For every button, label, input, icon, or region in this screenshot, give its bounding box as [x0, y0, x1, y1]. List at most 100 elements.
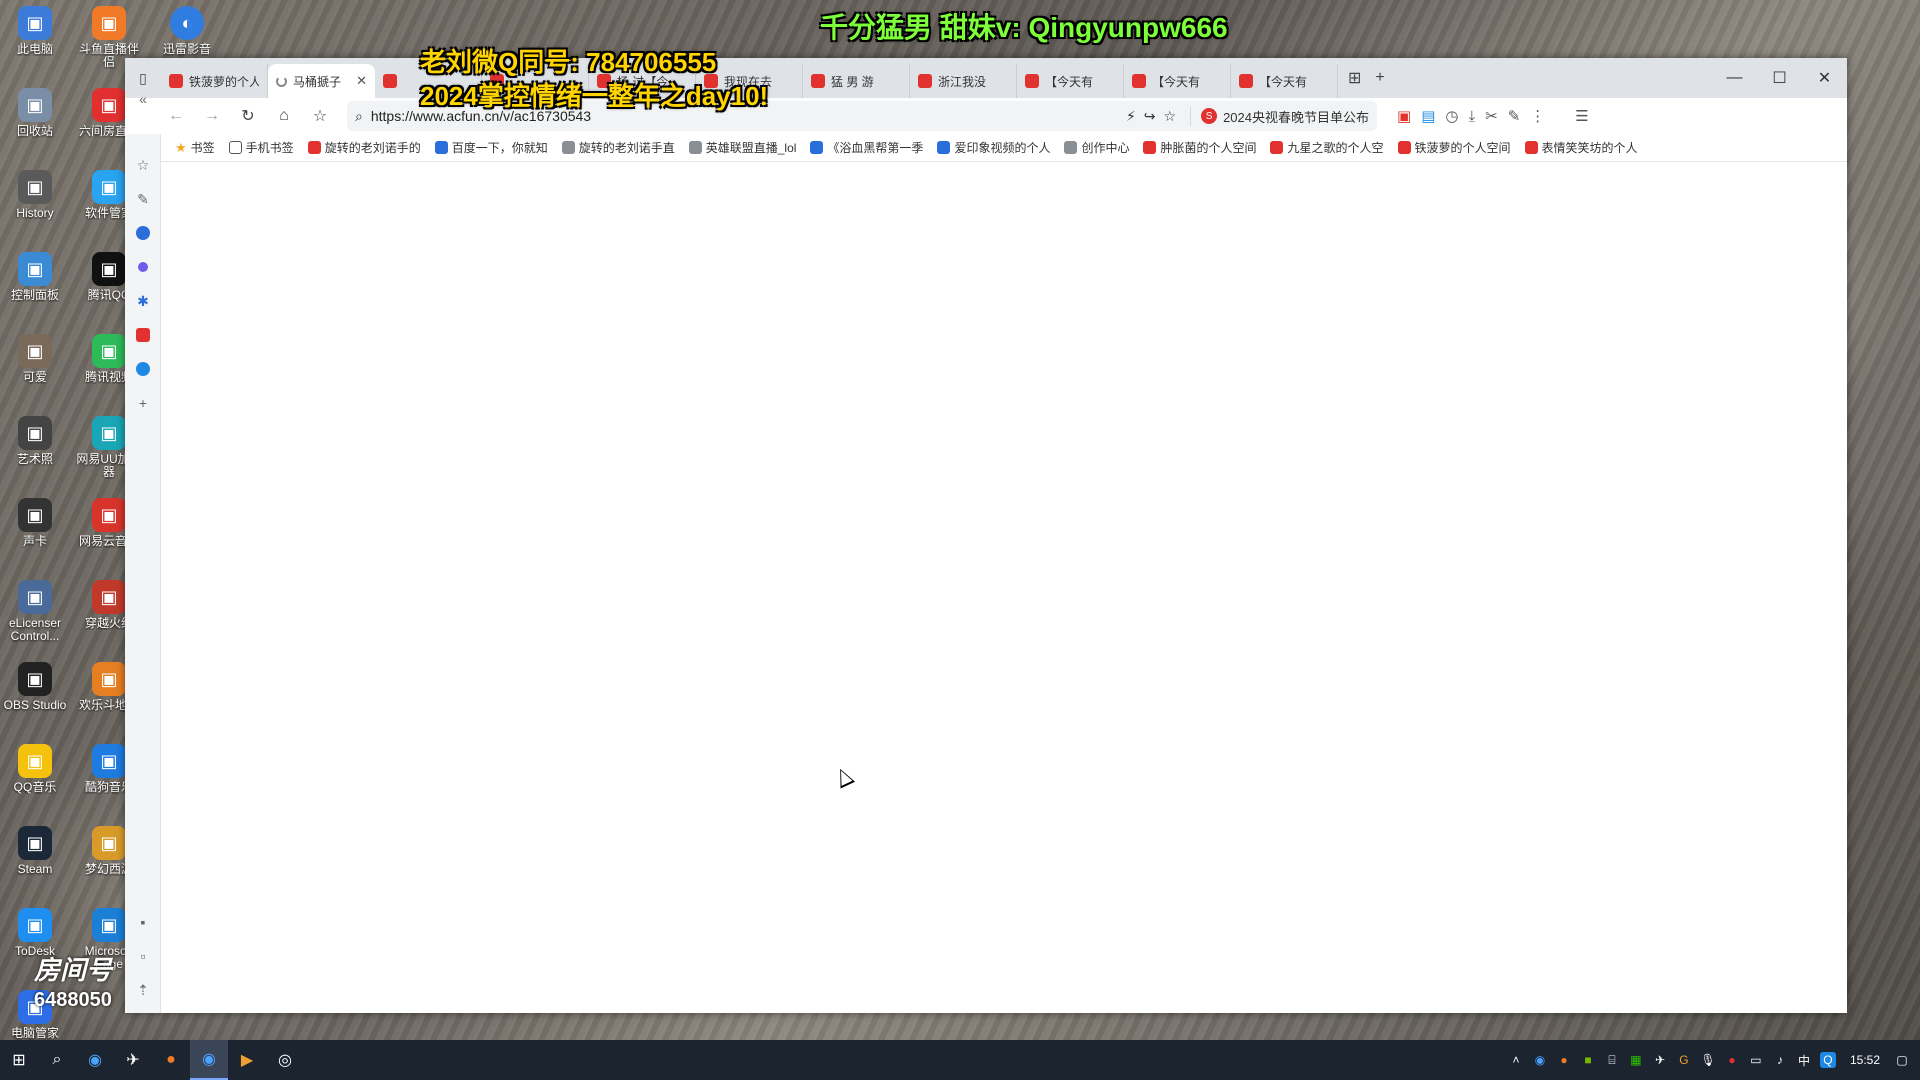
back-icon[interactable]: ← — [161, 101, 191, 131]
taskbar-player-icon[interactable]: ▶ — [228, 1040, 266, 1080]
desktop-icon[interactable]: ▣ eLicenser Control... — [0, 580, 70, 643]
translate-extension-icon[interactable]: ▤ — [1421, 107, 1435, 125]
bookmark-label: 手机书签 — [245, 141, 294, 155]
desktop-icon-label: OBS Studio — [3, 699, 67, 712]
bookmark-item[interactable]: 创作中心 — [1064, 139, 1129, 156]
more-icon[interactable]: ⋮ — [1530, 107, 1545, 125]
pdf-extension-icon[interactable]: ▣ — [1397, 107, 1411, 125]
browser-tab[interactable]: 【今天有 — [1231, 64, 1338, 98]
pen-icon[interactable]: ✎ — [1508, 107, 1521, 125]
bookmark-item[interactable]: 爱印象视频的个人 — [937, 139, 1050, 156]
forward-icon[interactable]: → — [197, 101, 227, 131]
taskbar-active-browser-icon[interactable]: ◉ — [190, 1040, 228, 1080]
taskbar-douyu-icon[interactable]: ● — [152, 1040, 190, 1080]
screenshot-icon[interactable]: ✂ — [1485, 107, 1498, 125]
bookmark-star-icon[interactable]: ☆ — [1164, 108, 1177, 125]
bookmarks-bar: ★ 书签 手机书签 旋转的老刘诺手的 百度一下，你就知 旋转的老刘诺手直 英雄联盟直播_lo… — [125, 134, 1847, 162]
desktop-icon[interactable]: ▣ 此电脑 — [0, 6, 70, 56]
close-window-icon[interactable]: ✕ — [1802, 58, 1847, 98]
page-content[interactable] — [161, 162, 1847, 1013]
collapse-sidebar-icon[interactable]: « — [125, 82, 161, 116]
history-icon[interactable]: ◷ — [1445, 107, 1458, 125]
taskbar-obs-icon[interactable]: ◎ — [266, 1040, 304, 1080]
taskbar-feishu-icon[interactable]: ✈ — [114, 1040, 152, 1080]
new-tab-icon[interactable]: + — [1375, 69, 1384, 87]
sidebar-notes-icon[interactable]: ✎ — [125, 182, 161, 216]
notification-icon[interactable]: ▢ — [1894, 1052, 1910, 1068]
maximize-icon[interactable]: ☐ — [1757, 58, 1802, 98]
desktop-icon[interactable]: ▣ QQ音乐 — [0, 744, 70, 794]
six-icon: ▣ — [92, 88, 126, 122]
sidebar-app-icon[interactable] — [125, 216, 161, 250]
desktop-icon[interactable]: ▣ 可爱 — [0, 334, 70, 384]
browser-tab[interactable]: 马桶搋子 ✕ — [268, 64, 375, 98]
sidebar-assistant-icon[interactable] — [125, 250, 161, 284]
obs-icon: ▣ — [18, 662, 52, 696]
favorite-icon[interactable]: ☆ — [305, 101, 335, 131]
taskbar-browser-icon[interactable]: ◉ — [76, 1040, 114, 1080]
sidebar-window-icon[interactable]: ▫ — [125, 939, 161, 973]
desktop-icon[interactable]: ▣ OBS Studio — [0, 662, 70, 712]
desktop-icon[interactable]: ▣ 艺术照 — [0, 416, 70, 466]
lightning-icon[interactable]: ⚡ — [1126, 108, 1136, 125]
steam-icon: ▣ — [18, 826, 52, 860]
desktop-icon[interactable]: ▣ Steam — [0, 826, 70, 876]
tray-wechat-icon[interactable]: ▦ — [1628, 1052, 1644, 1068]
tray-network-icon[interactable]: ⌸ — [1604, 1052, 1620, 1068]
sidebar-favorites-icon[interactable]: ☆ — [125, 148, 161, 182]
tray-browser-icon[interactable]: ◉ — [1532, 1052, 1548, 1068]
minimize-icon[interactable]: — — [1712, 58, 1757, 98]
tray-expand-icon[interactable]: ˄ — [1508, 1052, 1524, 1068]
desktop-icon[interactable]: ▣ History — [0, 170, 70, 220]
tray-volume-icon[interactable]: ♪ — [1772, 1052, 1788, 1068]
bookmark-favicon-icon — [937, 141, 951, 154]
bookmark-item[interactable]: 九星之歌的个人空 — [1270, 139, 1384, 156]
menu-icon[interactable]: ☰ — [1575, 107, 1588, 125]
sidebar-camera-icon[interactable]: ▪ — [125, 905, 161, 939]
sidebar-paw-icon[interactable]: ✱ — [125, 284, 161, 318]
sidebar-red-app-icon[interactable] — [125, 318, 161, 352]
taskbar-search-icon[interactable]: ⌕ — [38, 1040, 76, 1080]
desktop-icon[interactable]: ▣ 回收站 — [0, 88, 70, 138]
bookmark-item[interactable]: 手机书签 — [228, 139, 294, 156]
start-icon[interactable]: ⊞ — [0, 1040, 38, 1080]
tray-ime-label[interactable]: 中 — [1796, 1052, 1812, 1068]
tray-nvidia-icon[interactable]: ■ — [1580, 1052, 1596, 1068]
tab-grid-icon[interactable]: ⊞ — [1348, 68, 1361, 88]
tray-douyu-icon[interactable]: ● — [1556, 1052, 1572, 1068]
desktop-icon[interactable]: ▣ 声卡 — [0, 498, 70, 548]
reload-icon[interactable]: ↻ — [233, 101, 263, 131]
browser-tab[interactable]: 【今天有 — [1017, 64, 1124, 98]
tray-display-icon[interactable]: ▭ — [1748, 1052, 1764, 1068]
bookmark-item[interactable]: 百度一下，你就知 — [434, 139, 548, 156]
sidebar-clock-icon[interactable] — [125, 352, 161, 386]
sidebar-add-icon[interactable]: + — [125, 386, 161, 420]
tray-qq-icon[interactable]: Q — [1819, 1052, 1836, 1068]
hot-search[interactable]: S 2024央视春晚节目单公布 — [1190, 106, 1369, 126]
browser-tab[interactable]: 【今天有 — [1124, 64, 1231, 98]
douyu-icon: ▣ — [92, 6, 126, 40]
browser-tab[interactable]: 猛 男 游 — [803, 64, 910, 98]
clock[interactable]: 15:52 — [1844, 1053, 1886, 1067]
close-tab-icon[interactable]: ✕ — [356, 73, 367, 89]
download-icon[interactable]: ⤓ — [1468, 108, 1475, 125]
bookmark-item[interactable]: 表情笑笑坊的个人 — [1524, 139, 1638, 156]
sidebar-pin-icon[interactable]: ⇡ — [125, 973, 161, 1007]
tray-red-icon[interactable]: ● — [1724, 1052, 1740, 1068]
tray-mic-icon[interactable]: 🎙 — [1700, 1052, 1716, 1068]
bookmark-item[interactable]: 铁菠萝的个人空间 — [1397, 139, 1511, 156]
bookmark-item[interactable]: 旋转的老刘诺手的 — [307, 139, 421, 156]
bookmark-item[interactable]: 《浴血黑帮第一季 — [810, 139, 923, 156]
desktop-icon[interactable]: ◐ 迅雷影音 — [152, 6, 222, 56]
bookmark-item[interactable]: 英雄联盟直播_lol — [688, 139, 796, 156]
share-icon[interactable]: ↪ — [1144, 108, 1156, 125]
tray-g-icon[interactable]: G — [1676, 1052, 1692, 1068]
home-icon[interactable]: ⌂ — [269, 101, 299, 131]
browser-tab[interactable]: 浙江我没 — [910, 64, 1017, 98]
desktop-icon[interactable]: ▣ 控制面板 — [0, 252, 70, 302]
tray-feishu-icon[interactable]: ✈ — [1652, 1052, 1668, 1068]
browser-tab[interactable]: 铁菠萝的个人 — [161, 64, 268, 98]
bookmark-item[interactable]: 旋转的老刘诺手直 — [561, 139, 675, 156]
bookmark-item[interactable]: 肿胀菌的个人空间 — [1143, 139, 1256, 156]
bookmark-item[interactable]: ★ 书签 — [175, 139, 215, 156]
